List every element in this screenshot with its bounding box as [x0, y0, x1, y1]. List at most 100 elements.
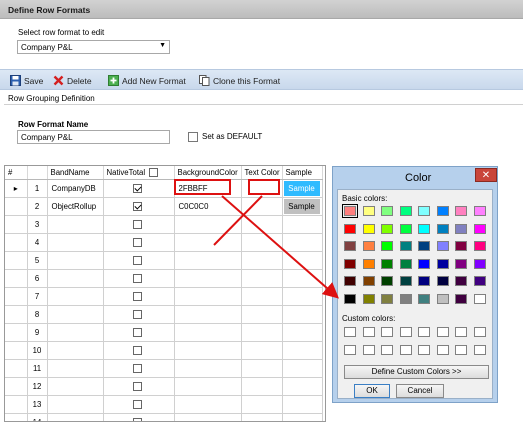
background-color-cell[interactable]	[174, 413, 242, 421]
row-selector[interactable]	[5, 395, 28, 414]
row-selector[interactable]	[5, 323, 28, 342]
native-total-checkbox[interactable]	[132, 345, 142, 355]
band-name-cell[interactable]	[47, 395, 104, 414]
header-text-color[interactable]: Text Color	[241, 166, 283, 180]
background-color-cell[interactable]	[174, 269, 242, 288]
save-button[interactable]: Save	[10, 74, 43, 87]
basic-color-swatch[interactable]	[455, 258, 467, 269]
band-name-cell[interactable]	[47, 377, 104, 396]
text-color-cell[interactable]	[241, 233, 283, 252]
background-color-cell[interactable]	[174, 251, 242, 270]
basic-color-swatch[interactable]	[436, 206, 449, 216]
table-row[interactable]: 7	[5, 287, 323, 306]
custom-color-swatch[interactable]	[455, 327, 467, 337]
header-sample[interactable]: Sample	[282, 166, 323, 180]
table-row[interactable]: 13	[5, 395, 323, 414]
native-total-checkbox[interactable]	[132, 201, 142, 211]
row-selector[interactable]	[5, 215, 28, 234]
basic-color-swatch[interactable]	[381, 293, 393, 304]
row-selector[interactable]	[5, 377, 28, 396]
background-color-cell[interactable]	[174, 287, 242, 306]
basic-color-swatch[interactable]	[399, 223, 412, 234]
basic-color-swatch[interactable]	[399, 206, 412, 216]
clone-format-button[interactable]: Clone this Format	[199, 74, 280, 87]
background-color-cell[interactable]	[174, 233, 242, 252]
custom-color-swatch[interactable]	[381, 345, 393, 355]
native-total-checkbox[interactable]	[132, 273, 142, 283]
basic-color-swatch[interactable]	[418, 223, 430, 234]
basic-color-swatch[interactable]	[473, 258, 486, 269]
basic-color-swatch[interactable]	[362, 293, 375, 304]
basic-color-swatch[interactable]	[381, 223, 393, 234]
table-row[interactable]: 2 ObjectRollup C0C0C0 Sample	[5, 197, 323, 216]
basic-color-swatch[interactable]	[455, 276, 467, 286]
header-band-name[interactable]: BandName	[47, 166, 104, 180]
basic-color-swatch[interactable]	[342, 204, 358, 218]
basic-color-swatch[interactable]	[399, 241, 412, 251]
custom-color-swatch[interactable]	[399, 327, 412, 337]
basic-color-swatch[interactable]	[381, 258, 393, 269]
band-name-cell[interactable]	[47, 215, 104, 234]
header-number[interactable]: #	[5, 166, 28, 180]
basic-color-swatch[interactable]	[381, 241, 393, 251]
table-row[interactable]: 11	[5, 359, 323, 378]
define-custom-colors-button[interactable]: Define Custom Colors >>	[344, 365, 489, 379]
color-dialog-title-bar[interactable]: Color ✕	[333, 167, 497, 189]
native-total-checkbox[interactable]	[132, 381, 142, 391]
row-selector[interactable]	[5, 359, 28, 378]
band-name-cell[interactable]	[47, 359, 104, 378]
band-name-cell[interactable]	[47, 233, 104, 252]
basic-color-swatch[interactable]	[455, 241, 467, 251]
basic-color-swatch[interactable]	[473, 276, 486, 286]
ok-button[interactable]: OK	[354, 384, 390, 398]
table-row[interactable]: 10	[5, 341, 323, 360]
set-default-checkbox[interactable]	[188, 132, 198, 142]
close-icon[interactable]: ✕	[475, 168, 497, 182]
delete-button[interactable]: Delete	[53, 74, 92, 87]
basic-color-swatch[interactable]	[362, 258, 375, 269]
basic-color-swatch[interactable]	[344, 223, 356, 234]
basic-color-swatch[interactable]	[455, 293, 467, 304]
basic-color-swatch[interactable]	[436, 276, 449, 286]
band-name-cell[interactable]: CompanyDB	[47, 179, 104, 198]
background-color-cell[interactable]	[174, 395, 242, 414]
basic-color-swatch[interactable]	[418, 241, 430, 251]
custom-color-swatch[interactable]	[436, 327, 449, 337]
background-color-cell[interactable]	[174, 359, 242, 378]
row-selector[interactable]: ▸	[5, 179, 28, 198]
basic-color-swatch[interactable]	[399, 293, 412, 304]
sample-button[interactable]: Sample	[283, 180, 320, 196]
basic-color-swatch[interactable]	[418, 293, 430, 304]
custom-color-swatch[interactable]	[455, 345, 467, 355]
header-native-total[interactable]: NativeTotal	[103, 166, 175, 180]
basic-color-swatch[interactable]	[418, 276, 430, 286]
background-color-cell[interactable]	[174, 323, 242, 342]
text-color-cell[interactable]	[241, 359, 283, 378]
basic-color-swatch[interactable]	[381, 276, 393, 286]
background-color-cell[interactable]	[174, 377, 242, 396]
row-selector[interactable]	[5, 269, 28, 288]
basic-color-swatch[interactable]	[381, 206, 393, 216]
basic-color-swatch[interactable]	[436, 258, 449, 269]
basic-color-swatch[interactable]	[473, 223, 486, 234]
table-row[interactable]: 9	[5, 323, 323, 342]
text-color-cell[interactable]	[241, 251, 283, 270]
basic-color-swatch[interactable]	[344, 258, 356, 269]
cancel-button[interactable]: Cancel	[396, 384, 444, 398]
row-selector[interactable]	[5, 305, 28, 324]
text-color-cell[interactable]	[241, 377, 283, 396]
row-selector[interactable]	[5, 341, 28, 360]
text-color-cell[interactable]	[241, 395, 283, 414]
row-selector[interactable]	[5, 197, 28, 216]
basic-color-swatch[interactable]	[473, 293, 486, 304]
basic-color-swatch[interactable]	[418, 258, 430, 269]
custom-color-swatch[interactable]	[344, 327, 356, 337]
basic-color-swatch[interactable]	[344, 241, 356, 251]
text-color-cell[interactable]	[241, 197, 283, 216]
text-color-cell[interactable]	[241, 287, 283, 306]
band-name-cell[interactable]	[47, 251, 104, 270]
row-format-name-input[interactable]: Company P&L	[17, 130, 170, 144]
table-row[interactable]: 8	[5, 305, 323, 324]
basic-color-swatch[interactable]	[362, 206, 375, 216]
text-color-cell[interactable]	[241, 305, 283, 324]
